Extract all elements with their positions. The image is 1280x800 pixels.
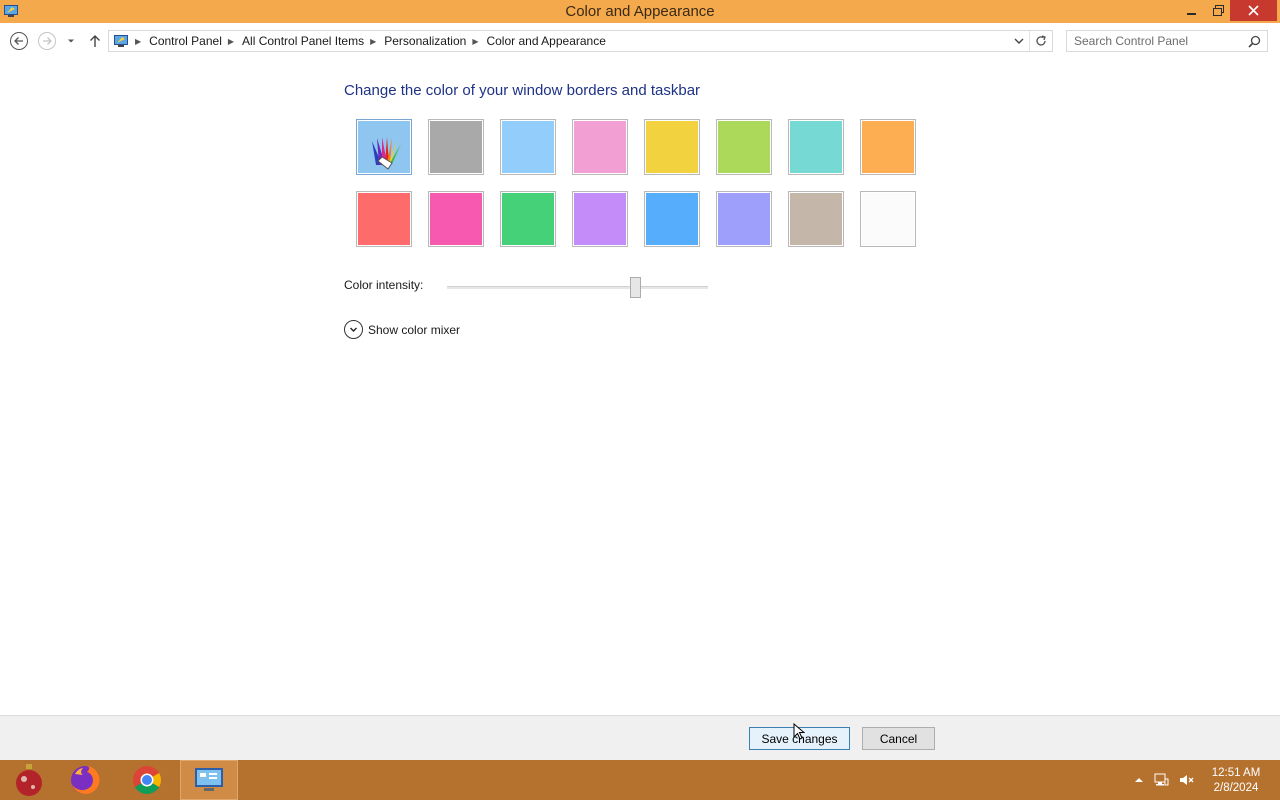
close-button[interactable] bbox=[1230, 0, 1277, 21]
color-swatch-orange[interactable] bbox=[860, 119, 916, 175]
breadcrumb-separator-icon[interactable]: ▶ bbox=[472, 37, 478, 46]
window-title: Color and Appearance bbox=[565, 3, 715, 20]
swatch-fill bbox=[862, 121, 914, 173]
swatch-fill bbox=[430, 121, 482, 173]
refresh-icon[interactable] bbox=[1034, 34, 1048, 48]
show-color-mixer-toggle[interactable]: Show color mixer bbox=[344, 320, 460, 339]
forward-arrow-icon bbox=[38, 32, 56, 50]
color-swatch-green[interactable] bbox=[500, 191, 556, 247]
mouse-cursor-icon bbox=[793, 723, 805, 740]
chevron-down-icon bbox=[68, 39, 74, 43]
swatch-fill bbox=[862, 193, 914, 245]
color-swatch-gray[interactable] bbox=[428, 119, 484, 175]
color-swatch-magenta[interactable] bbox=[428, 191, 484, 247]
recent-locations-button[interactable] bbox=[63, 31, 79, 51]
swatch-fill bbox=[502, 121, 554, 173]
swatch-fill bbox=[718, 121, 770, 173]
color-intensity-slider[interactable] bbox=[447, 277, 708, 299]
color-swatch-yellow[interactable] bbox=[644, 119, 700, 175]
swatch-fill bbox=[430, 193, 482, 245]
swatch-fill bbox=[358, 121, 410, 173]
taskbar: 12:51 AM 2/8/2024 bbox=[0, 760, 1280, 800]
taskbar-firefox[interactable] bbox=[56, 760, 114, 800]
search-box[interactable] bbox=[1066, 30, 1268, 52]
back-arrow-icon bbox=[10, 32, 28, 50]
taskbar-chrome[interactable] bbox=[118, 760, 176, 800]
address-divider bbox=[1029, 31, 1030, 51]
chrome-icon bbox=[133, 766, 161, 794]
firefox-icon bbox=[71, 765, 100, 794]
control-panel-icon bbox=[114, 35, 128, 47]
clock-time: 12:51 AM bbox=[1211, 767, 1261, 779]
color-intensity-label: Color intensity: bbox=[344, 278, 424, 292]
swatch-fill bbox=[790, 193, 842, 245]
breadcrumb-separator-icon[interactable]: ▶ bbox=[370, 37, 376, 46]
control-panel-taskbar-icon bbox=[195, 768, 223, 791]
page-heading: Change the color of your window borders … bbox=[344, 82, 701, 99]
color-fan-icon bbox=[372, 137, 401, 170]
back-button[interactable] bbox=[9, 31, 29, 51]
cancel-button[interactable]: Cancel bbox=[862, 727, 935, 750]
swatch-fill bbox=[574, 121, 626, 173]
color-swatch-lime[interactable] bbox=[716, 119, 772, 175]
show-hidden-icons[interactable] bbox=[1131, 772, 1147, 788]
forward-button[interactable] bbox=[37, 31, 57, 51]
color-swatch-pink[interactable] bbox=[572, 119, 628, 175]
command-area: Save changes Cancel bbox=[0, 715, 1280, 760]
minimize-button[interactable] bbox=[1178, 0, 1206, 21]
minimize-icon bbox=[1187, 12, 1196, 15]
search-icon[interactable] bbox=[1248, 35, 1261, 48]
swatch-fill bbox=[502, 193, 554, 245]
slider-track[interactable] bbox=[447, 286, 708, 289]
swatch-fill bbox=[358, 193, 410, 245]
color-swatch-taupe[interactable] bbox=[788, 191, 844, 247]
restore-icon bbox=[1212, 5, 1224, 16]
address-dropdown-icon[interactable] bbox=[1012, 34, 1026, 48]
swatch-fill bbox=[646, 121, 698, 173]
swatch-fill bbox=[790, 121, 842, 173]
taskbar-control-panel[interactable] bbox=[180, 760, 238, 800]
up-arrow-icon bbox=[90, 35, 100, 47]
swatch-fill bbox=[718, 193, 770, 245]
expand-chevron-icon[interactable] bbox=[344, 320, 363, 339]
title-bar: Color and Appearance bbox=[0, 0, 1280, 23]
breadcrumb-personalization[interactable]: Personalization bbox=[384, 34, 466, 48]
color-swatch-periwinkle[interactable] bbox=[716, 191, 772, 247]
clock-date: 2/8/2024 bbox=[1213, 782, 1259, 794]
breadcrumb-separator-icon: ▶ bbox=[135, 36, 142, 46]
color-swatch-violet[interactable] bbox=[572, 191, 628, 247]
slider-thumb[interactable] bbox=[629, 277, 641, 298]
search-input[interactable] bbox=[1067, 31, 1237, 51]
breadcrumb-all-items[interactable]: All Control Panel Items bbox=[242, 34, 364, 48]
color-swatch-automatic[interactable] bbox=[356, 119, 412, 175]
network-icon[interactable] bbox=[1153, 772, 1169, 788]
color-swatch-sky-blue[interactable] bbox=[500, 119, 556, 175]
navigation-bar: ▶ Control Panel ▶ All Control Panel Item… bbox=[0, 23, 1280, 59]
breadcrumb-separator-icon[interactable]: ▶ bbox=[228, 37, 234, 46]
ornament-icon bbox=[16, 764, 42, 796]
show-color-mixer-label[interactable]: Show color mixer bbox=[368, 323, 460, 337]
color-swatch-blue[interactable] bbox=[644, 191, 700, 247]
color-swatch-teal[interactable] bbox=[788, 119, 844, 175]
restore-button[interactable] bbox=[1204, 0, 1232, 21]
address-bar[interactable]: ▶ Control Panel ▶ All Control Panel Item… bbox=[108, 30, 1053, 52]
system-clock[interactable]: 12:51 AM 2/8/2024 bbox=[1200, 766, 1272, 796]
color-swatch-white[interactable] bbox=[860, 191, 916, 247]
taskbar-ornament-app[interactable] bbox=[0, 760, 58, 800]
breadcrumb-color-appearance[interactable]: Color and Appearance bbox=[486, 34, 605, 48]
close-icon bbox=[1248, 5, 1259, 16]
color-swatch-red[interactable] bbox=[356, 191, 412, 247]
volume-muted-icon[interactable] bbox=[1178, 772, 1194, 788]
swatch-fill bbox=[646, 193, 698, 245]
swatch-fill bbox=[574, 193, 626, 245]
breadcrumb-control-panel[interactable]: Control Panel bbox=[149, 34, 222, 48]
up-button[interactable] bbox=[85, 31, 105, 51]
